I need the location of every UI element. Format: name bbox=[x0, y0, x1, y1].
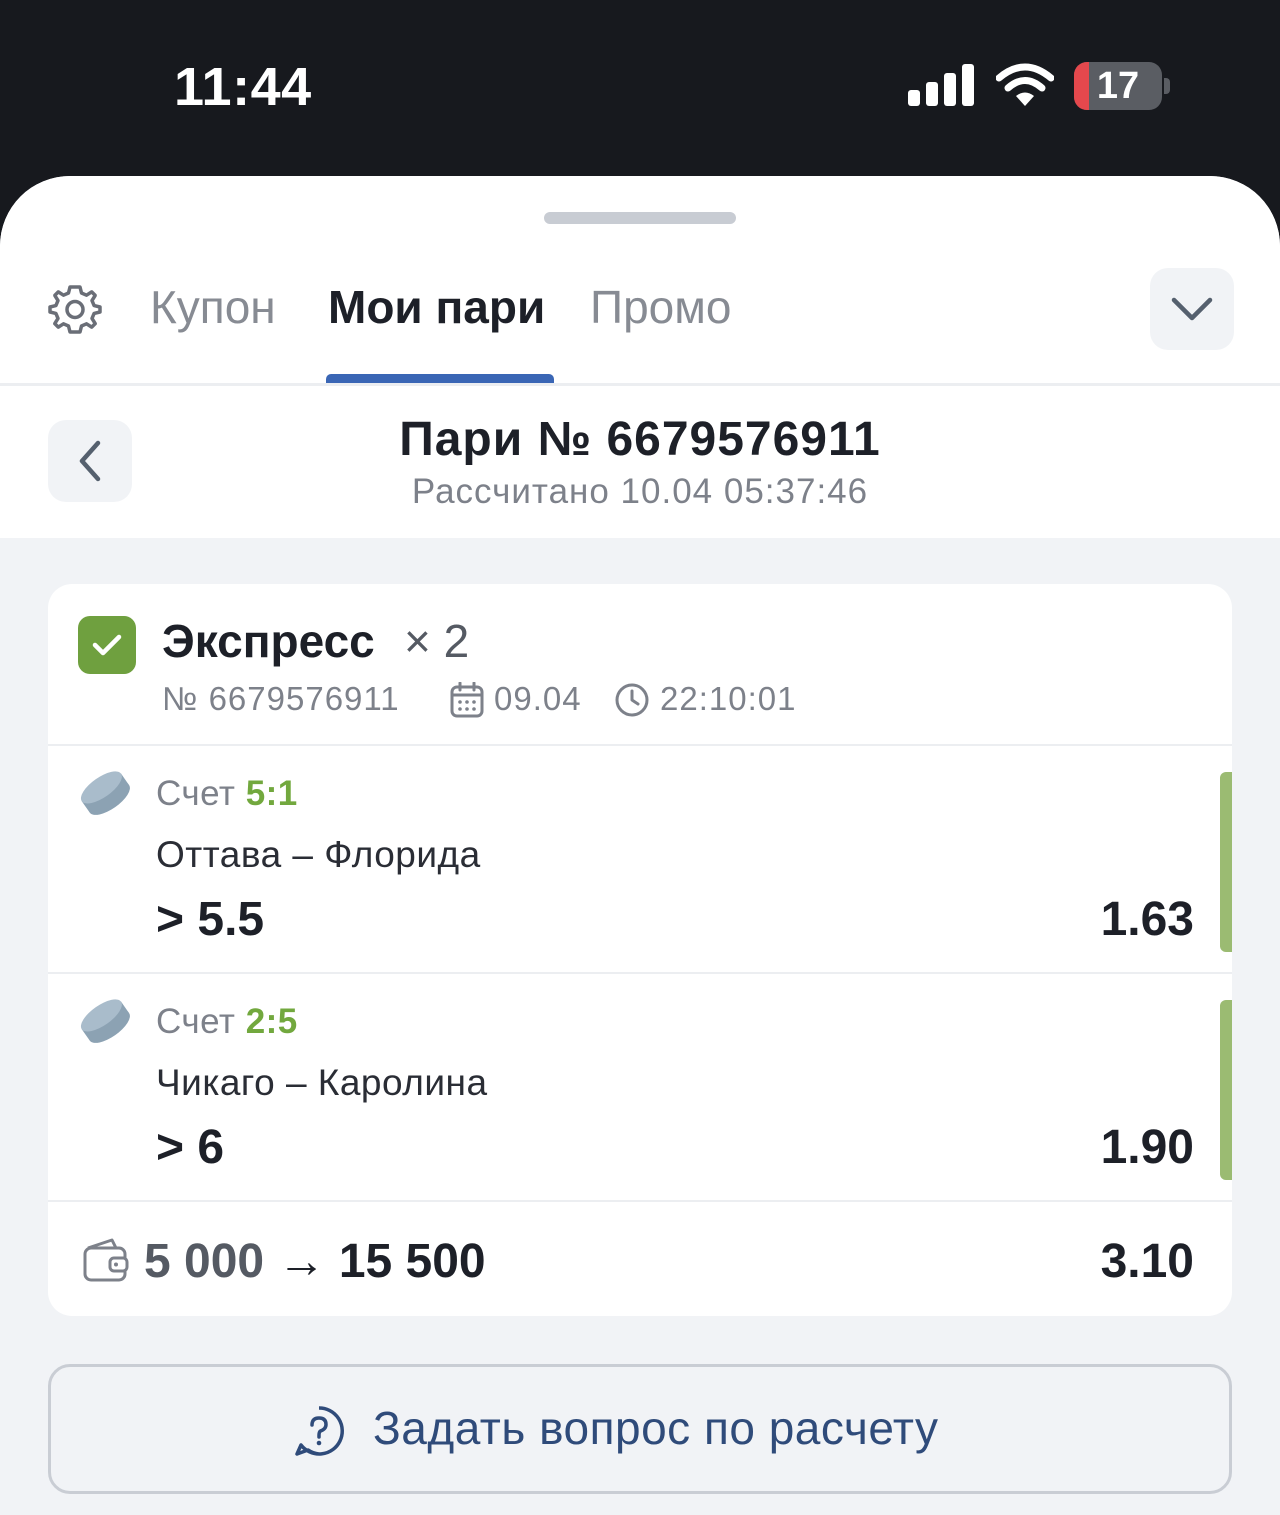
signal-icon bbox=[908, 64, 974, 106]
score-line: Счет 5:1 bbox=[156, 774, 298, 814]
status-bar: 11:44 17 bbox=[0, 0, 1280, 176]
hockey-puck-icon bbox=[80, 999, 130, 1043]
outcome: > 6 bbox=[156, 1121, 225, 1174]
won-indicator bbox=[1220, 772, 1232, 952]
wallet-icon bbox=[83, 1238, 129, 1282]
hockey-puck-icon bbox=[80, 771, 130, 815]
event-row[interactable]: Счет 2:5 Чикаго – Каролина > 6 1.90 bbox=[48, 974, 1232, 1200]
divider bbox=[48, 1200, 1232, 1202]
drag-handle[interactable] bbox=[544, 212, 736, 224]
event-row[interactable]: Счет 5:1 Оттава – Флорида > 5.5 1.63 bbox=[48, 746, 1232, 972]
score-value: 5:1 bbox=[245, 774, 298, 813]
score-label: Счет bbox=[156, 774, 236, 813]
bet-time: 22:10:01 bbox=[660, 680, 797, 717]
ask-question-label: Задать вопрос по расчету bbox=[373, 1402, 939, 1454]
payout-amount: 15 500 bbox=[338, 1235, 486, 1288]
gear-icon[interactable] bbox=[48, 282, 102, 336]
clock-icon bbox=[615, 683, 649, 717]
collapse-button[interactable] bbox=[1150, 268, 1234, 350]
checkmark-icon bbox=[92, 634, 122, 656]
tab-promo[interactable]: Промо bbox=[590, 280, 731, 334]
odds: 1.90 bbox=[1100, 1121, 1194, 1174]
wifi-icon bbox=[996, 63, 1054, 106]
battery-icon: 17 bbox=[1074, 62, 1170, 110]
arrow-right-icon: → bbox=[277, 1235, 326, 1288]
tabs-divider bbox=[0, 383, 1280, 386]
bet-number: № 6679576911 bbox=[162, 680, 400, 717]
match-name: Чикаго – Каролина bbox=[156, 1062, 488, 1103]
bet-settled-time: Рассчитано 10.04 05:37:46 bbox=[411, 472, 869, 511]
stake-payout: 5 000 → 15 500 bbox=[144, 1234, 486, 1289]
status-time: 11:44 bbox=[174, 57, 312, 117]
score-label: Счет bbox=[156, 1002, 236, 1041]
odds: 1.63 bbox=[1100, 893, 1194, 946]
bets-sheet: Купон Мои пари Промо Пари № 6679576911 Р… bbox=[0, 176, 1280, 1515]
bet-title: Пари № 6679576911 bbox=[399, 413, 881, 466]
bet-card: Экспресс × 2 № 6679576911 09.04 22:10:01 bbox=[48, 584, 1232, 1316]
chevron-down-icon bbox=[1171, 297, 1213, 321]
tab-coupon[interactable]: Купон bbox=[150, 280, 276, 334]
tab-my-bets[interactable]: Мои пари bbox=[328, 280, 545, 334]
won-badge bbox=[78, 616, 136, 674]
ask-question-button[interactable]: Задать вопрос по расчету bbox=[48, 1364, 1232, 1494]
bet-type: Экспресс bbox=[162, 615, 375, 667]
battery-percentage: 17 bbox=[1096, 65, 1140, 107]
won-indicator bbox=[1220, 1000, 1232, 1180]
score-value: 2:5 bbox=[245, 1002, 298, 1041]
bet-multiplier: × 2 bbox=[404, 615, 470, 667]
match-name: Оттава – Флорида bbox=[156, 834, 481, 875]
calendar-icon bbox=[450, 682, 484, 718]
question-icon bbox=[295, 1406, 344, 1456]
total-odds: 3.10 bbox=[1100, 1235, 1194, 1288]
stake-amount: 5 000 bbox=[144, 1235, 265, 1288]
outcome: > 5.5 bbox=[156, 893, 265, 946]
sheet-header: Купон Мои пари Промо Пари № 6679576911 Р… bbox=[0, 176, 1280, 538]
bet-date: 09.04 bbox=[494, 680, 582, 717]
score-line: Счет 2:5 bbox=[156, 1002, 298, 1042]
